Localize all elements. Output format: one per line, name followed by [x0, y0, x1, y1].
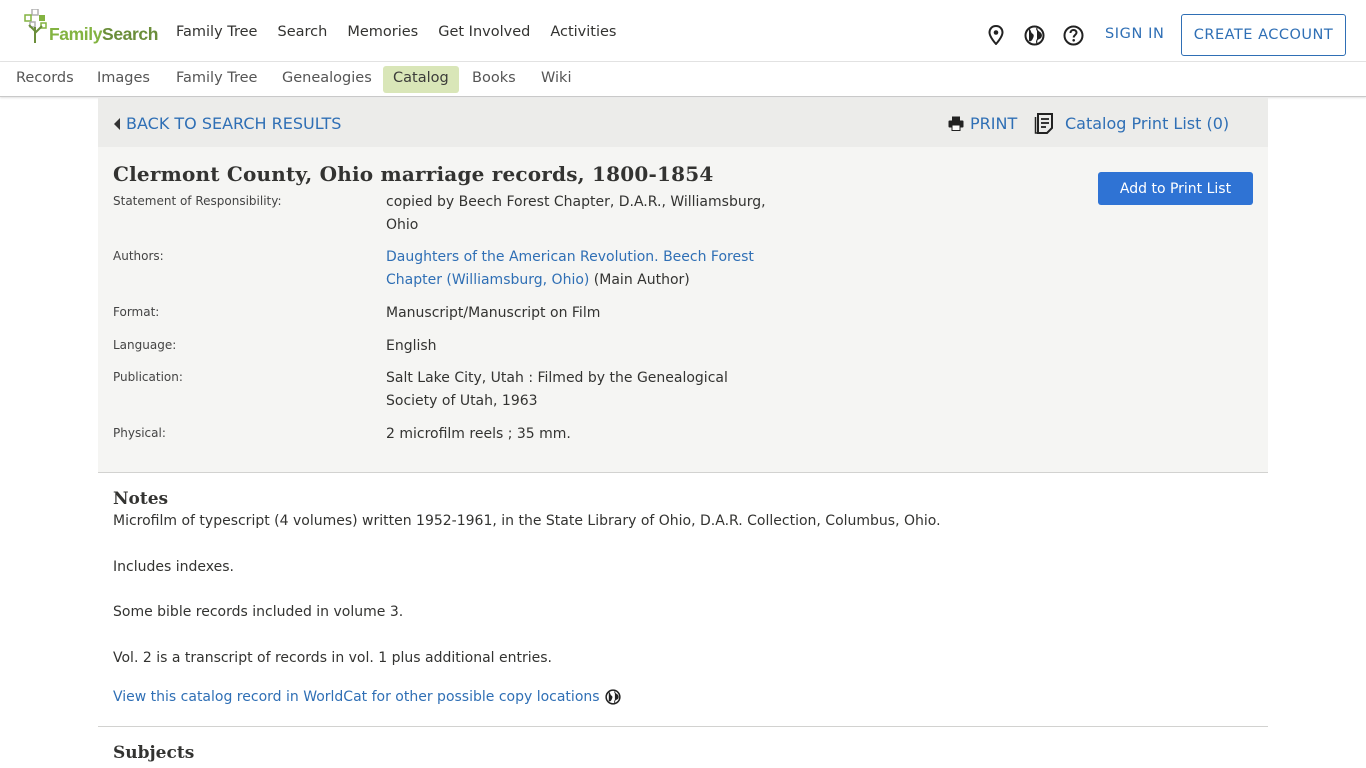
- worldcat-label: View this catalog record in WorldCat for…: [113, 689, 600, 705]
- add-to-print-list-button[interactable]: Add to Print List: [1098, 172, 1253, 205]
- note-item: Microfilm of typescript (4 volumes) writ…: [113, 513, 941, 529]
- sign-in-link[interactable]: SIGN IN: [1105, 26, 1165, 42]
- publication-label: Publication:: [113, 370, 183, 384]
- sub-nav: Records Images Family Tree Genealogies C…: [0, 62, 1366, 97]
- help-icon[interactable]: [1061, 23, 1085, 47]
- nav-search[interactable]: Search: [277, 24, 327, 40]
- tree-logo-icon: [24, 9, 47, 43]
- caret-left-icon: [114, 117, 120, 130]
- subnav-family-tree[interactable]: Family Tree: [166, 66, 267, 93]
- main-nav: Family Tree Search Memories Get Involved…: [176, 24, 636, 40]
- catalog-print-list-label: Catalog Print List (0): [1065, 113, 1230, 133]
- format-value: Manuscript/Manuscript on Film: [386, 305, 601, 321]
- subnav-genealogies[interactable]: Genealogies: [272, 66, 382, 93]
- authors-label: Authors:: [113, 249, 164, 263]
- back-bar: BACK TO SEARCH RESULTS PRINT Catalog Pri…: [98, 98, 1268, 147]
- print-link[interactable]: PRINT: [948, 114, 1017, 133]
- back-to-results-link[interactable]: BACK TO SEARCH RESULTS: [114, 114, 341, 133]
- physical-label: Physical:: [113, 426, 166, 440]
- globe-icon: [604, 689, 621, 705]
- nav-memories[interactable]: Memories: [347, 24, 418, 40]
- note-item: Some bible records included in volume 3.: [113, 604, 404, 620]
- subnav-wiki[interactable]: Wiki: [531, 66, 581, 93]
- catalog-print-list-link[interactable]: Catalog Print List (0): [1034, 112, 1229, 134]
- record-title: Clermont County, Ohio marriage records, …: [113, 162, 714, 186]
- author-link[interactable]: Daughters of the American Revolution. Be…: [386, 249, 754, 288]
- catalog-record-panel: Clermont County, Ohio marriage records, …: [98, 147, 1268, 473]
- format-label: Format:: [113, 305, 160, 319]
- language-label: Language:: [113, 338, 177, 352]
- familysearch-logo[interactable]: FamilySearch: [24, 9, 164, 45]
- globe-icon[interactable]: [1022, 23, 1046, 47]
- create-account-button[interactable]: CREATE ACCOUNT: [1181, 14, 1346, 56]
- location-pin-icon[interactable]: [984, 23, 1008, 47]
- responsibility-value: copied by Beech Forest Chapter, D.A.R., …: [386, 194, 766, 233]
- publication-value: Salt Lake City, Utah : Filmed by the Gen…: [386, 370, 728, 409]
- nav-get-involved[interactable]: Get Involved: [438, 24, 530, 40]
- nav-activities[interactable]: Activities: [550, 24, 616, 40]
- print-label: PRINT: [970, 114, 1018, 133]
- note-item: Vol. 2 is a transcript of records in vol…: [113, 650, 552, 666]
- physical-value: 2 microfilm reels ; 35 mm.: [386, 426, 571, 442]
- note-item: Includes indexes.: [113, 559, 234, 575]
- nav-family-tree[interactable]: Family Tree: [176, 24, 257, 40]
- subnav-images[interactable]: Images: [87, 66, 160, 93]
- logo-text: FamilySearch: [49, 24, 159, 44]
- subnav-catalog[interactable]: Catalog: [383, 66, 459, 93]
- worldcat-link[interactable]: View this catalog record in WorldCat for…: [113, 689, 621, 705]
- section-divider: [98, 726, 1268, 727]
- subjects-heading: Subjects: [113, 743, 195, 763]
- printer-icon: [948, 116, 964, 131]
- notes-heading: Notes: [113, 489, 169, 509]
- authors-value: Daughters of the American Revolution. Be…: [386, 246, 776, 292]
- language-value: English: [386, 338, 437, 354]
- author-role: (Main Author): [589, 272, 690, 288]
- subnav-records[interactable]: Records: [6, 66, 84, 93]
- top-header: FamilySearch Family Tree Search Memories…: [0, 0, 1366, 62]
- subnav-books[interactable]: Books: [462, 66, 526, 93]
- responsibility-label: Statement of Responsibility:: [113, 194, 282, 208]
- back-to-results-label: BACK TO SEARCH RESULTS: [126, 114, 342, 133]
- print-list-icon: [1034, 113, 1053, 134]
